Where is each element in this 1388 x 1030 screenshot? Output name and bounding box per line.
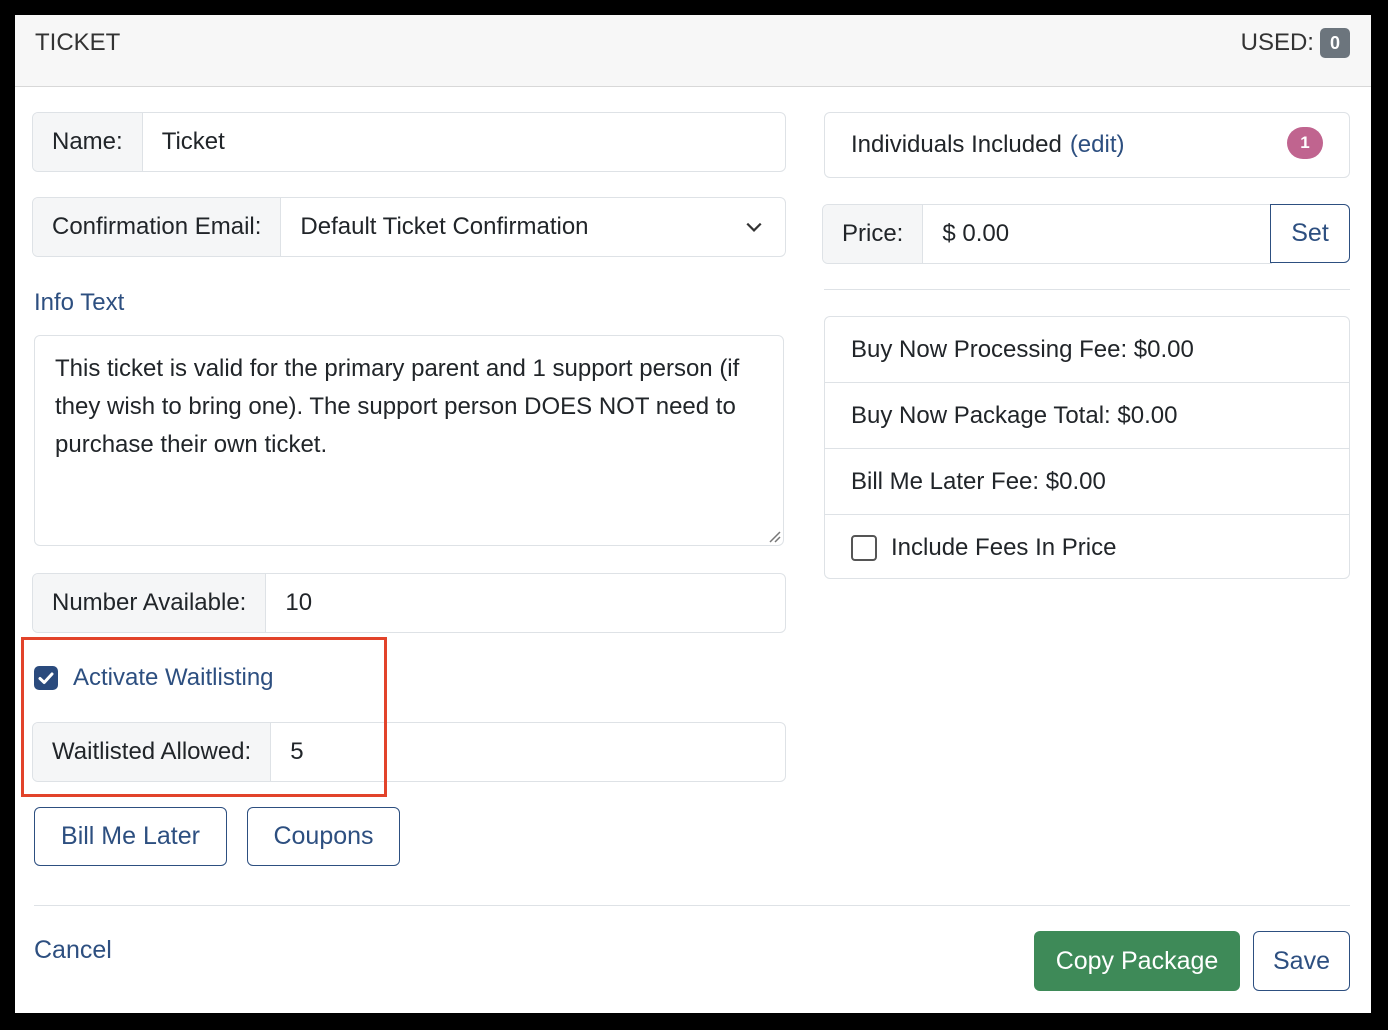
individuals-included-label: Individuals Included <box>851 131 1062 158</box>
price-label: Price: <box>823 205 924 263</box>
fees-card: Buy Now Processing Fee: $0.00 Buy Now Pa… <box>824 316 1350 579</box>
number-available-input[interactable]: 10 <box>266 574 785 632</box>
footer-divider <box>34 905 1350 906</box>
info-text-textarea[interactable]: This ticket is valid for the primary par… <box>34 335 784 546</box>
used-indicator: USED: 0 <box>1241 28 1350 58</box>
include-fees-checkbox[interactable] <box>851 534 877 561</box>
fee-row-processing: Buy Now Processing Fee: $0.00 <box>825 317 1349 383</box>
divider <box>824 289 1350 290</box>
set-price-button[interactable]: Set <box>1270 204 1350 263</box>
include-fees-label[interactable]: Include Fees In Price <box>891 534 1116 562</box>
individuals-edit-link[interactable]: (edit) <box>1070 131 1125 159</box>
name-input-group: Name: Ticket <box>32 112 786 172</box>
confirmation-email-group: Confirmation Email: Default Ticket Confi… <box>32 197 786 257</box>
cancel-link[interactable]: Cancel <box>34 936 112 965</box>
number-available-label: Number Available: <box>33 574 267 632</box>
confirmation-email-select[interactable]: Default Ticket Confirmation <box>281 198 785 256</box>
info-text-label: Info Text <box>34 289 125 316</box>
panel-header: TICKET USED: 0 <box>15 15 1371 87</box>
chevron-down-icon <box>746 222 762 232</box>
fee-row-bill-me-later: Bill Me Later Fee: $0.00 <box>825 449 1349 515</box>
individuals-count-badge: 1 <box>1287 127 1323 159</box>
name-input[interactable]: Ticket <box>143 113 785 171</box>
fee-row-package-total: Buy Now Package Total: $0.00 <box>825 383 1349 449</box>
highlight-box <box>21 637 387 797</box>
used-label: USED: <box>1240 29 1314 56</box>
price-input-group: Price: $ 0.00 <box>822 204 1272 264</box>
used-count-badge: 0 <box>1319 28 1350 58</box>
copy-package-button[interactable]: Copy Package <box>1034 931 1240 991</box>
price-input[interactable]: $ 0.00 <box>923 205 1271 263</box>
coupons-button[interactable]: Coupons <box>247 807 400 866</box>
number-available-group: Number Available: 10 <box>32 573 786 633</box>
include-fees-row[interactable]: Include Fees In Price <box>825 515 1349 580</box>
info-text-content: This ticket is valid for the primary par… <box>55 355 740 458</box>
panel-title: TICKET <box>35 29 121 56</box>
individuals-included-row: Individuals Included (edit) 1 <box>825 113 1349 177</box>
bill-me-later-button[interactable]: Bill Me Later <box>34 807 227 866</box>
name-label: Name: <box>33 113 143 171</box>
resize-handle-icon[interactable] <box>767 529 781 543</box>
confirmation-email-label: Confirmation Email: <box>33 198 282 256</box>
save-button[interactable]: Save <box>1253 931 1350 991</box>
confirmation-email-value: Default Ticket Confirmation <box>300 213 589 240</box>
individuals-included-card: Individuals Included (edit) 1 <box>824 112 1350 178</box>
ticket-package-panel: TICKET USED: 0 Name: Ticket Confirmation… <box>15 15 1371 1013</box>
